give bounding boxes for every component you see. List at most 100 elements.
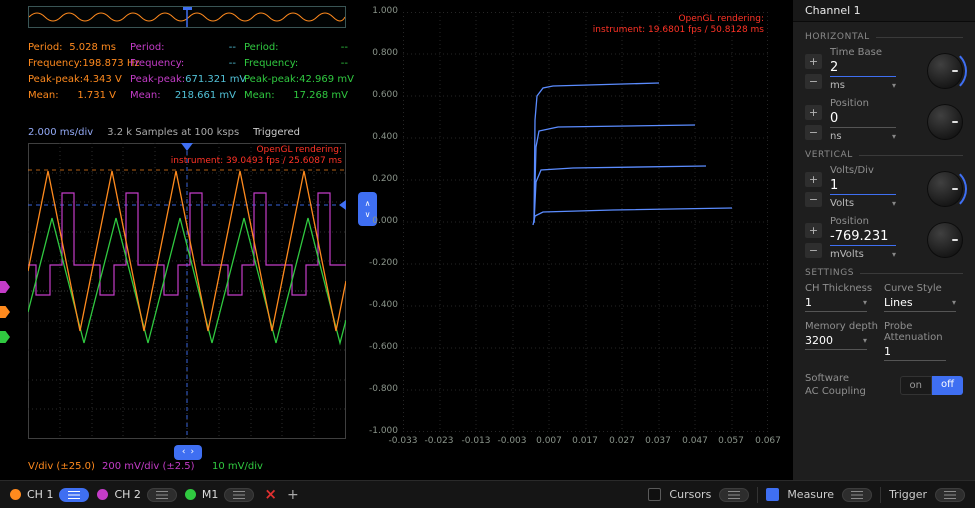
ac-coupling-on-button[interactable]: on [900, 376, 932, 395]
h-position-unit-select[interactable]: ns ▾ [830, 128, 896, 142]
v-position-decrement-button[interactable]: − [805, 243, 822, 258]
curve-style-value: Lines [884, 296, 913, 309]
remove-channel-button[interactable]: × [264, 487, 277, 502]
measurement-row: Period:5.028 ms [28, 40, 116, 56]
m1-color-dot [185, 489, 196, 500]
measurement-label: Mean: [244, 88, 275, 104]
horizontal-section-header: HORIZONTAL [805, 32, 963, 42]
trigger-settings-pill[interactable] [935, 488, 965, 502]
trigger-label: Trigger [889, 488, 927, 501]
ch2-measurements: Period:-- Frequency:-- Peak-peak:671.321… [130, 40, 236, 104]
measure-settings-pill[interactable] [842, 488, 872, 502]
ch2-scale-label: 200 mV/div (±2.5) [102, 461, 195, 472]
time-base-unit: ms [830, 80, 845, 91]
memory-depth-select[interactable]: 3200 ▾ [805, 334, 867, 350]
scope-plot[interactable]: OpenGL rendering: instrument: 39.0493 fp… [28, 143, 346, 439]
curve-style-select[interactable]: Lines ▾ [884, 296, 956, 312]
measurement-row: Mean:1.731 V [28, 88, 116, 104]
chevron-down-icon: ▾ [892, 132, 896, 141]
xy-curve-1 [534, 83, 659, 222]
v-position-increment-button[interactable]: + [805, 223, 822, 238]
volts-div-label: Volts/Div [830, 165, 919, 176]
h-position-decrement-button[interactable]: − [805, 125, 822, 140]
curve-style-field: Curve Style Lines ▾ [884, 283, 963, 312]
cursors-checkbox[interactable] [648, 488, 661, 501]
h-position-knob[interactable] [927, 104, 963, 140]
x-tick-label: 0.067 [747, 436, 789, 446]
measurement-row: Peak-peak:4.343 V [28, 72, 116, 88]
v-position-label: Position [830, 216, 919, 227]
h-position-increment-button[interactable]: + [805, 105, 822, 120]
chevron-right-icon[interactable]: › [191, 448, 195, 457]
volts-div-unit-select[interactable]: Volts ▾ [830, 195, 896, 209]
time-base-knob[interactable] [927, 53, 963, 89]
section-label: HORIZONTAL [805, 32, 870, 42]
measurement-row: Mean: 17.268 mV [244, 88, 348, 104]
measurement-value: -- [341, 40, 348, 56]
ch-thickness-select[interactable]: 1 ▾ [805, 296, 867, 312]
y-tick-label: -1.000 [356, 426, 398, 436]
volts-div-knob[interactable] [927, 171, 963, 207]
oscilloscope-app: Period:5.028 ms Frequency:198.873 Hz Pea… [0, 0, 975, 508]
add-channel-button[interactable]: + [287, 488, 299, 502]
measurement-value: 17.268 mV [293, 88, 348, 104]
volts-div-increment-button[interactable]: + [805, 172, 822, 187]
time-base-control: + − Time Base 2 ms ▾ [805, 47, 963, 91]
m1-label: M1 [202, 488, 219, 501]
ch2-button[interactable]: CH 2 [97, 488, 176, 502]
ch2-settings-pill[interactable] [147, 488, 177, 502]
y-tick-label: -0.400 [356, 300, 398, 310]
volts-div-decrement-button[interactable]: − [805, 192, 822, 207]
xy-curve-4 [533, 208, 732, 225]
h-position-value-input[interactable]: 0 [830, 111, 896, 128]
measurement-row: Peak-peak:42.969 mV [244, 72, 348, 88]
ch1-settings-pill[interactable] [59, 488, 89, 502]
v-position-value-input[interactable]: -769.231 [830, 229, 896, 246]
time-base-increment-button[interactable]: + [805, 54, 822, 69]
measurement-label: Peak-peak: [244, 72, 299, 88]
m1-offset-marker[interactable] [0, 331, 10, 343]
m1-settings-pill[interactable] [224, 488, 254, 502]
xy-plot[interactable]: OpenGL rendering: instrument: 19.6801 fp… [403, 12, 768, 432]
cursors-label: Cursors [669, 488, 711, 501]
measurement-value: 4.343 V [83, 72, 122, 88]
probe-attenuation-field: Probe Attenuation 1 [884, 321, 963, 361]
ac-coupling-off-button[interactable]: off [932, 376, 963, 395]
horizontal-position-control: + − Position 0 ns ▾ [805, 98, 963, 142]
measurement-label: Period: [130, 40, 165, 56]
settings-lines-icon [944, 491, 956, 499]
v-position-unit-select[interactable]: mVolts ▾ [830, 246, 896, 260]
waveform-overview-strip[interactable] [28, 6, 346, 28]
ch2-offset-marker[interactable] [0, 281, 10, 293]
horizontal-scroll-widget[interactable]: ‹ › [174, 445, 202, 460]
time-base-unit-select[interactable]: ms ▾ [830, 77, 896, 91]
measure-checkbox[interactable] [766, 488, 779, 501]
x-tick-label: 0.057 [710, 436, 752, 446]
v-position-knob[interactable] [927, 222, 963, 258]
y-tick-label: -0.600 [356, 342, 398, 352]
cursors-settings-pill[interactable] [719, 488, 749, 502]
ch1-button[interactable]: CH 1 [10, 488, 89, 502]
time-base-decrement-button[interactable]: − [805, 74, 822, 89]
ch1-scale-label: V/div (±25.0) [28, 461, 95, 472]
trigger-time-marker[interactable] [181, 143, 193, 151]
probe-attenuation-input[interactable]: 1 [884, 345, 946, 361]
time-base-value-input[interactable]: 2 [830, 60, 896, 77]
volts-div-value-input[interactable]: 1 [830, 178, 896, 195]
measurement-row: Mean:218.661 mV [130, 88, 236, 104]
measurement-value: -- [229, 40, 236, 56]
measurement-row: Peak-peak:671.321 mV [130, 72, 236, 88]
measurement-label: Period: [244, 40, 279, 56]
overview-position-handle[interactable] [183, 7, 192, 10]
ac-coupling-toggle: on off [900, 376, 963, 395]
ch-thickness-field: CH Thickness 1 ▾ [805, 283, 884, 312]
chevron-up-icon[interactable]: ∧ [365, 200, 371, 208]
m1-button[interactable]: M1 [185, 488, 255, 502]
y-tick-label: 0.800 [356, 48, 398, 58]
m1-scale-label: 10 mV/div [212, 461, 263, 472]
ac-coupling-label-line1: Software [805, 373, 849, 384]
chevron-left-icon[interactable]: ‹ [182, 448, 186, 457]
ch1-offset-marker[interactable] [0, 306, 10, 318]
settings-lines-icon [68, 491, 80, 499]
measurement-value: 42.969 mV [299, 72, 354, 88]
